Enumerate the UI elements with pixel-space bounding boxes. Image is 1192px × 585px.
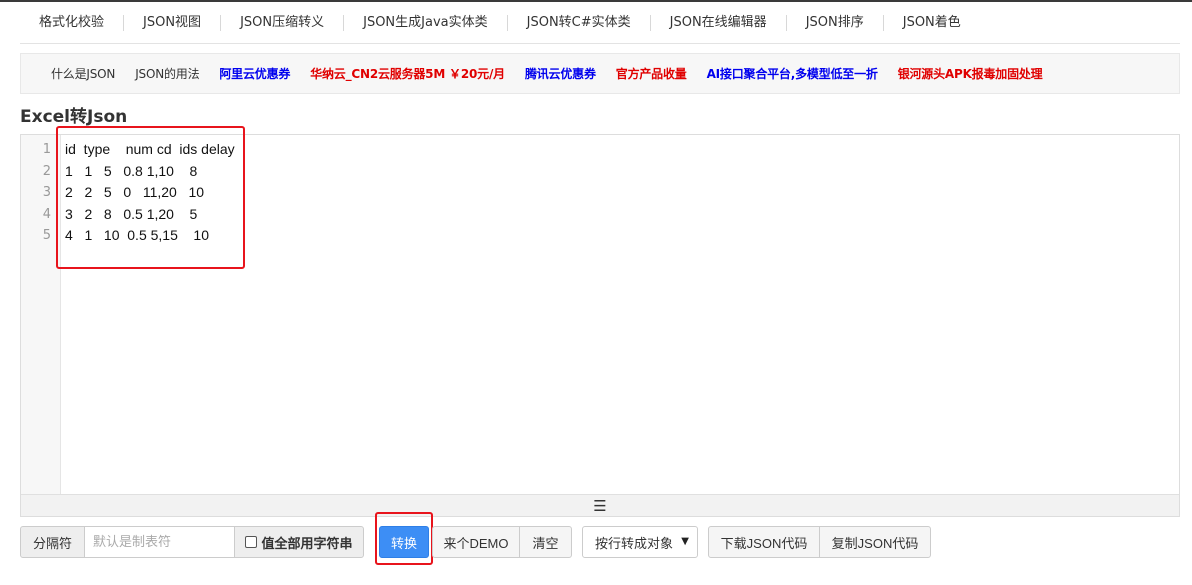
download-json-button[interactable]: 下载JSON代码 — [708, 526, 820, 558]
line-number: 1 — [42, 142, 51, 157]
code-line: id type num cd ids delay — [65, 141, 235, 157]
convert-mode-value: 按行转成对象 — [595, 536, 674, 552]
nav-json-to-csharp[interactable]: JSON转C#实体类 — [508, 15, 651, 31]
chevron-down-icon: ▼ — [681, 536, 689, 547]
nav-format-validate[interactable]: 格式化校验 — [20, 15, 125, 31]
link-huanayun-ad[interactable]: 华纳云_CN2云服务器5M ￥20元/月 — [310, 65, 505, 82]
line-number: 2 — [42, 163, 51, 179]
link-tencent-coupon[interactable]: 腾讯云优惠券 — [525, 65, 596, 82]
link-bar: 什么是JSON JSON的用法 阿里云优惠券 华纳云_CN2云服务器5M ￥20… — [20, 53, 1180, 94]
clear-button[interactable]: 清空 — [519, 526, 572, 558]
nav-json-color[interactable]: JSON着色 — [884, 15, 980, 31]
menu-lines-icon: ☰ — [593, 496, 607, 515]
link-what-is-json[interactable]: 什么是JSON — [51, 65, 115, 82]
line-number: 5 — [42, 228, 51, 243]
nav-json-editor[interactable]: JSON在线编辑器 — [651, 15, 787, 31]
code-line: 3 2 8 0.5 1,20 5 — [65, 205, 198, 222]
line-number: 3 — [42, 185, 51, 200]
link-apk-hardening[interactable]: 银河源头APK报毒加固处理 — [898, 65, 1043, 82]
top-rule — [0, 0, 1192, 2]
page-title: Excel转Json — [20, 107, 128, 127]
nav-json-view[interactable]: JSON视图 — [124, 15, 222, 31]
separator-input[interactable] — [84, 526, 235, 558]
all-string-label: 值全部用字符串 — [261, 536, 353, 552]
excel-input-editor[interactable]: 1 2 3 4 5 id type num cd ids delay 1 1 5… — [20, 134, 1180, 517]
line-number-gutter: 1 2 3 4 5 — [21, 135, 61, 494]
all-string-checkbox-label[interactable]: 值全部用字符串 — [234, 526, 364, 558]
editor-resize-handle[interactable]: ☰ — [21, 494, 1179, 516]
nav-json-to-java[interactable]: JSON生成Java实体类 — [344, 15, 508, 31]
code-line: 1 1 5 0.8 1,10 8 — [65, 162, 198, 179]
line-number: 4 — [42, 206, 51, 222]
link-ai-api-platform[interactable]: AI接口聚合平台,多模型低至一折 — [707, 65, 878, 82]
code-line: 4 1 10 0.5 5,15 10 — [65, 227, 209, 243]
demo-button[interactable]: 来个DEMO — [432, 526, 520, 558]
code-content[interactable]: id type num cd ids delay 1 1 5 0.8 1,10 … — [65, 139, 235, 247]
separator-label: 分隔符 — [20, 526, 85, 558]
nav-json-compress[interactable]: JSON压缩转义 — [221, 15, 345, 31]
convert-mode-select[interactable]: 按行转成对象 ▼ — [582, 526, 698, 558]
nav-json-sort[interactable]: JSON排序 — [787, 15, 884, 31]
convert-button[interactable]: 转换 — [379, 526, 429, 558]
link-json-usage[interactable]: JSON的用法 — [135, 65, 199, 82]
link-official-products[interactable]: 官方产品收量 — [616, 65, 687, 82]
code-line: 2 2 5 0 11,20 10 — [65, 184, 205, 200]
top-nav: 格式化校验 JSON视图 JSON压缩转义 JSON生成Java实体类 JSON… — [20, 3, 1180, 44]
all-string-checkbox[interactable] — [245, 536, 258, 548]
link-aliyun-coupon[interactable]: 阿里云优惠券 — [219, 65, 290, 82]
copy-json-button[interactable]: 复制JSON代码 — [819, 526, 931, 558]
